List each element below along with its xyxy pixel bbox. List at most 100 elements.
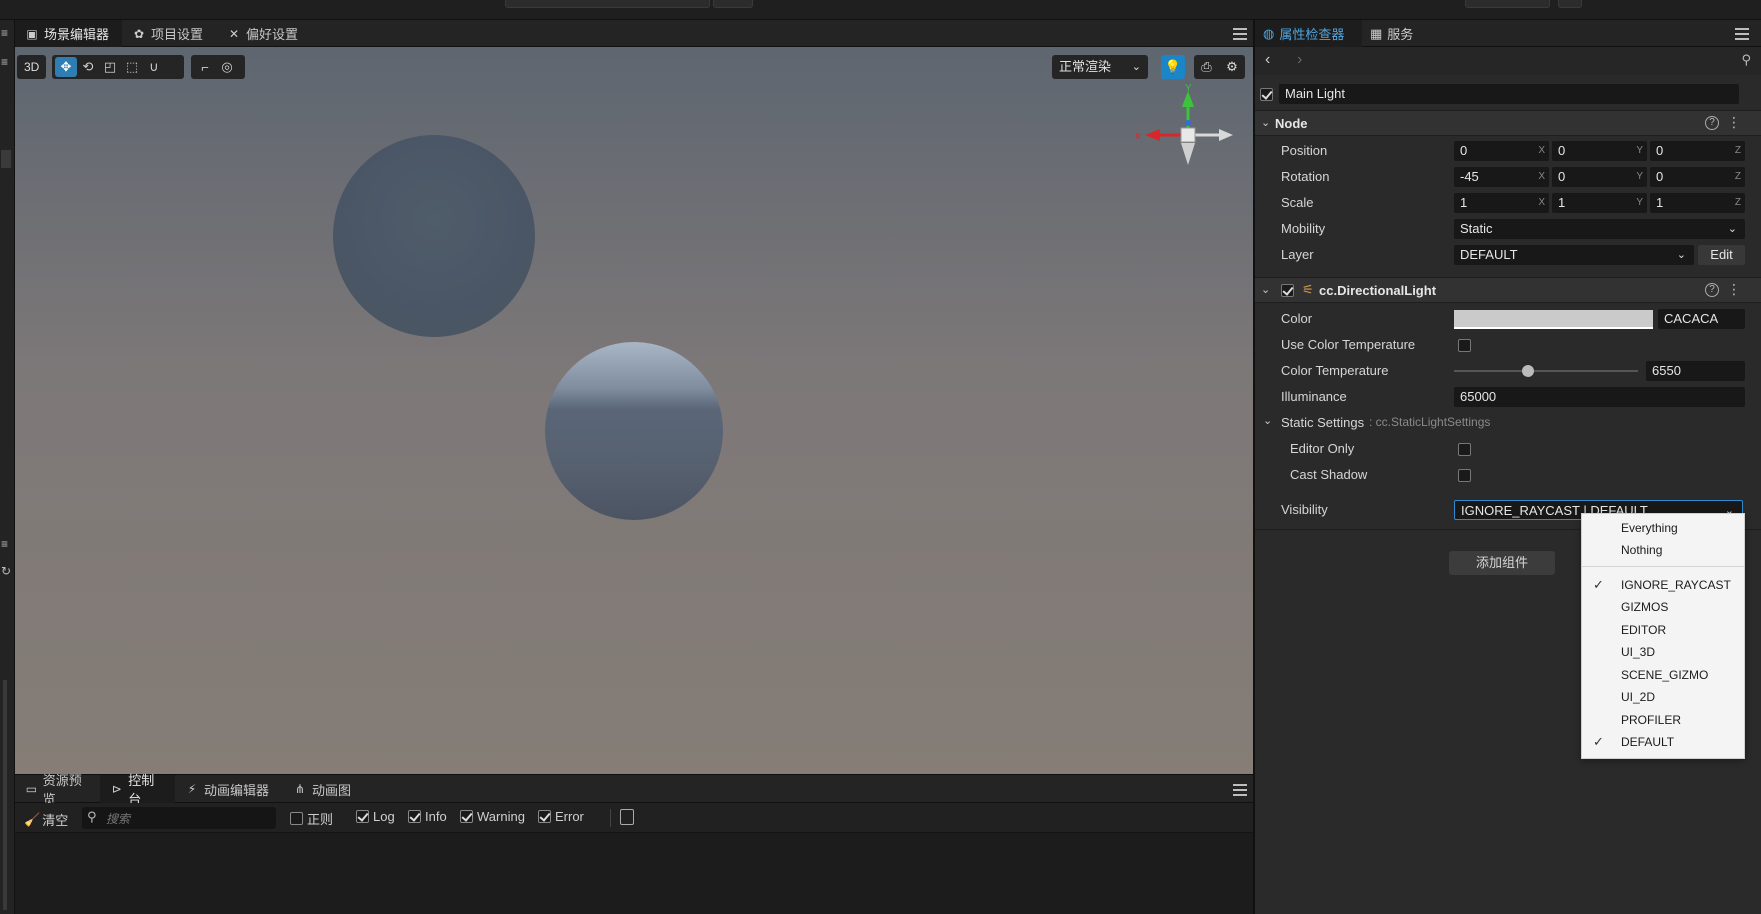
rotation-x-input[interactable]: -45 X <box>1454 167 1549 187</box>
scrollbar[interactable] <box>3 680 7 910</box>
position-z-input[interactable]: 0Z <box>1650 141 1745 161</box>
menu-icon[interactable]: ≡ <box>1 56 8 68</box>
filter-regex[interactable]: 正则 <box>290 809 333 828</box>
position-x-input[interactable]: 0X <box>1454 141 1549 161</box>
pivot-icon[interactable]: ⌐ <box>194 57 216 77</box>
panel-menu-icon[interactable] <box>1735 28 1749 40</box>
filter-log[interactable]: Log <box>356 809 395 824</box>
tab-preferences[interactable]: ✕ 偏好设置 <box>217 20 312 47</box>
pin-icon[interactable]: ⚲ <box>1741 52 1751 68</box>
info-checkbox[interactable] <box>408 810 421 823</box>
menu-item-default[interactable]: ✓ DEFAULT <box>1582 732 1744 752</box>
tab-animation-editor[interactable]: ⚡ 动画编辑器 <box>175 775 283 803</box>
menu-item-scene-gizmo[interactable]: SCENE_GIZMO <box>1582 665 1744 685</box>
cast-shadow-checkbox[interactable] <box>1458 469 1471 482</box>
scale-y-input[interactable]: 1Y <box>1552 193 1647 213</box>
temp-slider-track[interactable] <box>1454 370 1638 372</box>
help-icon[interactable]: ? <box>1705 283 1719 297</box>
menu-item-profiler[interactable]: PROFILER <box>1582 710 1744 730</box>
rect-tool-icon[interactable]: ⬚ <box>121 57 143 77</box>
camera-icon[interactable]: ⎙ <box>1201 59 1211 75</box>
scroll-handle[interactable] <box>1 150 11 168</box>
help-icon[interactable]: ? <box>1705 116 1719 130</box>
gizmo-z-dot[interactable] <box>1185 120 1191 126</box>
menu-item-ui-2d[interactable]: UI_2D <box>1582 687 1744 707</box>
scale-z-input[interactable]: 1Z <box>1650 193 1745 213</box>
menu-item-everything[interactable]: Everything <box>1582 518 1744 538</box>
menu-item-ui-3d[interactable]: UI_3D <box>1582 642 1744 662</box>
render-mode-select[interactable]: 正常渲染 ⌄ <box>1052 55 1148 79</box>
layer-select[interactable]: DEFAULT ⌄ <box>1454 245 1694 265</box>
sphere-object-1[interactable] <box>333 135 535 337</box>
play-controls[interactable] <box>713 0 753 8</box>
menu-item-ignore-raycast[interactable]: ✓ IGNORE_RAYCAST <box>1582 575 1744 595</box>
sphere-object-2[interactable] <box>545 342 723 520</box>
regex-checkbox[interactable] <box>290 812 303 825</box>
snap-tool-icon[interactable]: ∪ <box>143 57 165 77</box>
orientation-gizmo[interactable]: Y x <box>1133 83 1243 173</box>
gizmo-center[interactable] <box>1180 127 1196 143</box>
menu-item-nothing[interactable]: Nothing <box>1582 540 1744 560</box>
node-active-checkbox[interactable] <box>1260 88 1273 101</box>
tab-console[interactable]: ⊳ 控制台 <box>100 773 175 807</box>
top-search-field[interactable] <box>505 0 710 8</box>
filter-info[interactable]: Info <box>408 809 447 824</box>
refresh-icon[interactable]: ↻ <box>1 565 11 577</box>
menu-item-gizmos[interactable]: GIZMOS <box>1582 597 1744 617</box>
top-right-button[interactable] <box>1465 0 1550 8</box>
move-tool-icon[interactable]: ✥ <box>55 57 77 77</box>
more-icon[interactable]: ⋮ <box>1727 282 1741 296</box>
tab-asset-preview[interactable]: ▭ 资源预览 <box>15 773 100 807</box>
color-swatch[interactable] <box>1454 310 1653 329</box>
filter-error[interactable]: Error <box>538 809 584 824</box>
gizmo-x-axis[interactable]: x <box>1135 129 1188 142</box>
tab-project-settings[interactable]: ✿ 项目设置 <box>122 20 217 47</box>
menu-item-editor[interactable]: EDITOR <box>1582 620 1744 640</box>
view-mode-toggle[interactable]: 3D <box>17 55 47 79</box>
editor-only-checkbox[interactable] <box>1458 443 1471 456</box>
use-temp-checkbox[interactable] <box>1458 339 1471 352</box>
forward-arrow-icon[interactable]: › <box>1297 51 1302 69</box>
color-hex-field[interactable]: CACACA <box>1658 309 1745 329</box>
rotation-z-input[interactable]: 0Z <box>1650 167 1745 187</box>
panel-menu-icon[interactable] <box>1233 784 1247 796</box>
scale-tool-icon[interactable]: ◰ <box>99 57 121 77</box>
scene-viewport[interactable]: 3D ✥ ⟲ ◰ ⬚ ∪ ⌐ ◎ 正常渲染 ⌄ 💡 ⎙ ⚙ Y x <box>15 47 1253 774</box>
layer-edit-button[interactable]: Edit <box>1698 245 1745 265</box>
mobility-select[interactable]: Static ⌄ <box>1454 219 1745 239</box>
panel-menu-icon[interactable] <box>1233 28 1247 40</box>
illuminance-field[interactable]: 65000 <box>1454 387 1745 407</box>
more-icon[interactable]: ⋮ <box>1727 115 1741 129</box>
tab-animation-graph[interactable]: ⋔ 动画图 <box>283 775 363 803</box>
back-arrow-icon[interactable]: ‹ <box>1265 51 1270 69</box>
gizmo-y-axis[interactable]: Y <box>1182 83 1194 135</box>
menu-icon[interactable]: ≡ <box>1 538 8 550</box>
light-section-header[interactable]: ⌄ ⚟ cc.DirectionalLight ? ⋮ <box>1255 277 1761 303</box>
position-y-input[interactable]: 0Y <box>1552 141 1647 161</box>
light-toggle-icon[interactable]: 💡 <box>1161 55 1185 79</box>
log-checkbox[interactable] <box>356 810 369 823</box>
clear-button[interactable]: 🧹 清空 <box>24 810 68 829</box>
rotate-tool-icon[interactable]: ⟲ <box>77 57 99 77</box>
add-component-button[interactable]: 添加组件 <box>1449 551 1555 575</box>
node-name-field[interactable]: Main Light <box>1279 84 1739 104</box>
world-local-icon[interactable]: ◎ <box>216 57 238 77</box>
console-search-field[interactable]: ⚲ 搜索 <box>82 807 276 829</box>
component-enabled-checkbox[interactable] <box>1281 284 1294 297</box>
tab-services[interactable]: ▦ 服务 <box>1362 20 1422 47</box>
gizmo-neg-y-axis[interactable] <box>1181 143 1195 165</box>
error-checkbox[interactable] <box>538 810 551 823</box>
tab-inspector[interactable]: ◍ 属性检查器 <box>1255 20 1362 47</box>
3d-toggle-button[interactable]: 3D <box>20 60 43 74</box>
temp-value-field[interactable]: 6550 <box>1646 361 1745 381</box>
temp-slider-thumb[interactable] <box>1521 365 1534 377</box>
tab-scene-editor[interactable]: ▣ 场景编辑器 <box>15 20 122 47</box>
menu-icon[interactable]: ≡ <box>1 27 8 39</box>
node-section-header[interactable]: ⌄ Node ? ⋮ <box>1255 110 1761 136</box>
rotation-y-input[interactable]: 0Y <box>1552 167 1647 187</box>
log-file-icon[interactable] <box>620 809 634 825</box>
settings-gear-icon[interactable]: ⚙ <box>1226 59 1238 75</box>
top-right-icon[interactable] <box>1558 0 1582 8</box>
filter-warning[interactable]: Warning <box>460 809 525 824</box>
scale-x-input[interactable]: 1X <box>1454 193 1549 213</box>
